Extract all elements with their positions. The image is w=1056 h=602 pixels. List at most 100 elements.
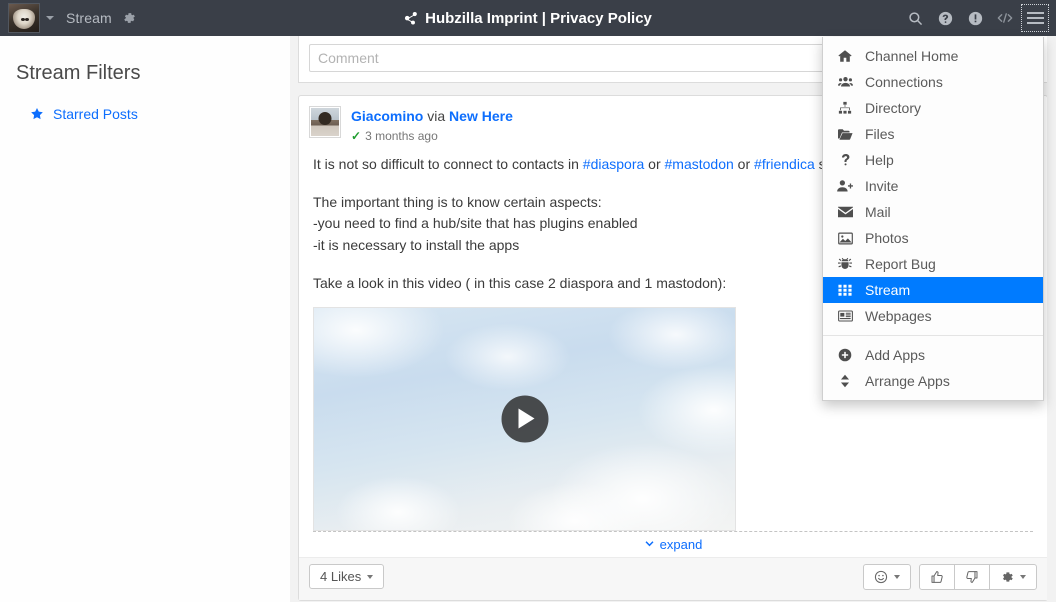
caret-down-icon [1020, 574, 1026, 579]
emoji-reaction-button[interactable] [863, 563, 911, 590]
thumbs-down-icon [966, 570, 978, 583]
menu-item-stream[interactable]: Stream [823, 277, 1043, 303]
vote-button-group [919, 563, 1037, 590]
bug-icon [837, 257, 853, 271]
gear-icon [1003, 571, 1013, 582]
caret-down-icon [894, 574, 900, 579]
chevron-down-icon [645, 540, 654, 546]
menu-item-files[interactable]: Files [823, 121, 1043, 147]
menu-item-label: Webpages [865, 308, 932, 324]
menu-item-label: Stream [865, 282, 911, 298]
page-scrollbar[interactable] [1047, 36, 1056, 602]
menu-item-channel-home[interactable]: Channel Home [823, 43, 1043, 69]
gear-icon[interactable] [122, 11, 136, 25]
menu-item-label: Mail [865, 204, 891, 220]
post-text-segment: or [644, 156, 665, 173]
envelope-icon [837, 206, 853, 218]
cat-face-icon [13, 9, 35, 30]
help-icon[interactable] [930, 3, 960, 33]
sort-icon [837, 374, 853, 388]
post-action-bar [863, 563, 1037, 590]
thumbs-up-icon [931, 570, 943, 583]
play-icon[interactable] [501, 395, 548, 443]
menu-item-label: Directory [865, 100, 922, 116]
users-icon [837, 75, 853, 89]
post-via-text: via [427, 108, 446, 124]
post-expand-row: expand [313, 530, 1033, 557]
page-title: Hubzilla Imprint | Privacy Policy [404, 10, 652, 27]
post-byline: Giacomino via New Here ✓ 3 months ago [351, 106, 513, 144]
code-icon[interactable] [990, 3, 1020, 33]
menu-item-invite[interactable]: Invite [823, 173, 1043, 199]
channel-avatar[interactable] [8, 3, 40, 33]
info-icon[interactable] [960, 3, 990, 33]
dislike-button[interactable] [954, 563, 990, 590]
likes-button[interactable]: 4 Likes [309, 564, 385, 590]
menu-item-label: Files [865, 126, 895, 142]
question-icon [837, 153, 853, 167]
menu-item-label: Report Bug [865, 256, 936, 272]
star-icon [30, 107, 44, 121]
navbar-left-group: Stream [0, 0, 136, 36]
user-plus-icon [837, 179, 853, 193]
avatar[interactable] [309, 106, 341, 138]
expand-label: expand [659, 536, 703, 552]
page-title-text: Hubzilla Imprint | Privacy Policy [425, 9, 652, 27]
hamburger-menu-icon[interactable] [1020, 3, 1050, 33]
stream-filter-list: Starred Posts [0, 103, 290, 125]
post-text-segment: or [733, 156, 755, 173]
grid-icon [837, 283, 853, 297]
menu-item-label: Photos [865, 230, 909, 246]
folder-icon [837, 128, 853, 141]
post-timestamp: 3 months ago [365, 128, 438, 143]
sidebar-item-label: Starred Posts [53, 106, 138, 122]
image-icon [837, 232, 853, 245]
post-footer: 4 Likes [299, 556, 1047, 600]
plus-circle-icon [837, 348, 853, 362]
post-source-link[interactable]: New Here [449, 108, 513, 124]
menu-divider [823, 335, 1043, 336]
menu-item-label: Invite [865, 178, 899, 194]
like-button[interactable] [919, 563, 955, 590]
menu-item-connections[interactable]: Connections [823, 69, 1043, 95]
top-navbar: Stream Hubzilla Imprint | Privacy Policy [0, 0, 1056, 36]
navbar-section-label: Stream [66, 10, 112, 26]
menu-item-label: Add Apps [865, 347, 925, 363]
cat-eye-right [25, 17, 30, 21]
search-icon[interactable] [900, 3, 930, 33]
menu-item-directory[interactable]: Directory [823, 95, 1043, 121]
menu-item-label: Help [865, 152, 894, 168]
cat-eye-left [20, 17, 25, 21]
video-embed[interactable] [313, 306, 736, 531]
post-settings-button[interactable] [989, 563, 1037, 590]
navbar-right-group [900, 0, 1050, 36]
menu-item-report-bug[interactable]: Report Bug [823, 251, 1043, 277]
app-menu-dropdown: Channel Home Connections Directory Files… [822, 37, 1044, 401]
expand-button[interactable]: expand [644, 536, 703, 552]
hashtag-diaspora[interactable]: #diaspora [583, 156, 645, 172]
hashtag-friendica[interactable]: #friendica [754, 156, 815, 172]
hashtag-mastodon[interactable]: #mastodon [665, 156, 734, 172]
navbar-title-wrap: Hubzilla Imprint | Privacy Policy [0, 0, 1056, 36]
sidebar-heading: Stream Filters [16, 62, 141, 84]
sidebar-item-starred-posts[interactable]: Starred Posts [0, 103, 290, 125]
menu-item-label: Channel Home [865, 48, 959, 64]
post-text-segment: It is not so difficult to connect to con… [313, 156, 583, 173]
menu-item-help[interactable]: Help [823, 147, 1043, 173]
left-sidebar: Stream Filters Starred Posts [0, 36, 290, 602]
likes-label: 4 Likes [320, 569, 362, 585]
share-nodes-icon [405, 11, 417, 24]
caret-down-icon [367, 574, 374, 579]
menu-item-label: Connections [865, 74, 943, 90]
menu-item-add-apps[interactable]: Add Apps [823, 342, 1043, 368]
post-timestamp-row: ✓ 3 months ago [351, 128, 513, 144]
newspaper-icon [837, 310, 853, 322]
menu-item-webpages[interactable]: Webpages [823, 303, 1043, 329]
check-icon: ✓ [351, 128, 362, 143]
menu-item-mail[interactable]: Mail [823, 199, 1043, 225]
menu-item-arrange-apps[interactable]: Arrange Apps [823, 368, 1043, 394]
menu-item-label: Arrange Apps [865, 373, 950, 389]
post-author-link[interactable]: Giacomino [351, 108, 423, 124]
chevron-down-icon[interactable] [46, 16, 54, 20]
menu-item-photos[interactable]: Photos [823, 225, 1043, 251]
